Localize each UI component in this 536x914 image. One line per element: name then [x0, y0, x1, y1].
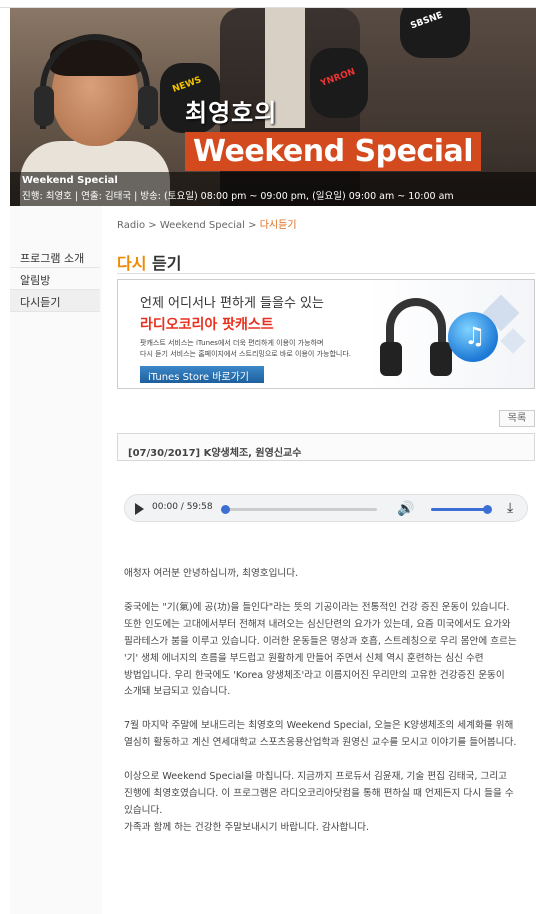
article-paragraph: 7월 마지막 주말에 보내드리는 최영호의 Weekend Special, 오… [124, 720, 517, 749]
host-photo [10, 16, 180, 206]
banner-title-english: Weekend Special [193, 134, 474, 169]
article-paragraph: 중국에는 "기(氣)에 공(功)을 들인다"라는 뜻의 기공이라는 전통적인 건… [124, 601, 517, 698]
article-paragraph: 가족과 함께 하는 건강한 주말보내시기 바랍니다. 감사합니다. [124, 821, 370, 833]
headphone-ear-icon [138, 86, 158, 126]
decorative-square [500, 328, 526, 354]
breadcrumb: Radio > Weekend Special > 다시듣기 [117, 216, 297, 231]
breadcrumb-program[interactable]: Weekend Special [160, 220, 245, 231]
podcast-promo-title: 라디오코리아 팟캐스트 [140, 317, 274, 333]
banner-title-korean: 최영호의 [185, 99, 278, 127]
breadcrumb-root[interactable]: Radio [117, 220, 145, 231]
music-note-icon: ♫ [464, 322, 486, 350]
player-progress-knob[interactable] [221, 505, 230, 514]
banner-title: 최영호의 Weekend Special [185, 93, 485, 173]
headphone-ear-icon [34, 86, 54, 126]
sidebar: 프로그램 소개 알림방 다시듣기 [10, 206, 102, 914]
breadcrumb-separator: > [148, 220, 157, 231]
headphone-ear-icon [380, 342, 402, 376]
episode-description: 애청자 여러분 안녕하십니까, 최영호입니다. 중국에는 "기(氣)에 공(功)… [124, 566, 528, 854]
episode-title: [07/30/2017] K양생체조, 원영신교수 [128, 448, 302, 459]
volume-slider[interactable] [431, 508, 487, 511]
banner-title-box: Weekend Special [185, 132, 482, 171]
breadcrumb-separator: > [248, 220, 257, 231]
download-icon[interactable]: ⤓ [507, 500, 513, 516]
volume-icon[interactable]: 🔊 [397, 501, 414, 517]
list-button[interactable]: 목록 [499, 410, 535, 427]
podcast-promo-desc2: 다시 듣기 서비스는 홈페이지에서 스트리밍으로 바로 이용이 가능합니다. [140, 350, 351, 358]
episode-title-box: [07/30/2017] K양생체조, 원영신교수 [117, 433, 535, 461]
sidebar-item-label: 알림방 [20, 274, 51, 287]
program-info-bar: Weekend Special 진행: 최영호 | 연출: 김태국 | 방송: … [10, 172, 536, 206]
sidebar-item-notice[interactable]: 알림방 [10, 268, 100, 290]
podcast-promo-banner[interactable]: 언제 어디서나 편하게 들을수 있는 라디오코리아 팟캐스트 팟캐스트 서비스는… [117, 279, 535, 389]
headphone-ear-icon [430, 342, 452, 376]
top-strip [0, 0, 536, 8]
itunes-store-button[interactable]: iTunes Store 바로가기 [140, 366, 264, 383]
sidebar-item-label: 프로그램 소개 [20, 252, 85, 265]
volume-knob[interactable] [483, 505, 492, 514]
page-title-accent: 다시 [117, 254, 147, 273]
audio-player: 00:00 / 59:58 🔊 ⤓ [124, 494, 528, 522]
sidebar-item-label: 다시듣기 [20, 296, 61, 309]
itunes-logo-icon: ♫ [448, 312, 498, 362]
page-title: 다시 듣기 [117, 250, 181, 274]
sidebar-item-replay[interactable]: 다시듣기 [10, 290, 100, 312]
heading-divider [117, 273, 535, 274]
page-title-rest: 듣기 [146, 254, 182, 273]
article-paragraph: 이상으로 Weekend Special을 마칩니다. 지금까지 프로듀서 김윤… [124, 771, 514, 816]
article-paragraph: 애청자 여러분 안녕하십니까, 최영호입니다. [124, 568, 299, 579]
breadcrumb-current: 다시듣기 [259, 220, 297, 231]
program-schedule: 진행: 최영호 | 연출: 김태국 | 방송: (토요일) 08:00 pm ~… [22, 191, 454, 202]
sidebar-item-intro[interactable]: 프로그램 소개 [10, 246, 100, 268]
play-icon[interactable] [135, 503, 144, 515]
player-progress-bar[interactable] [221, 505, 377, 514]
podcast-promo-line1: 언제 어디서나 편하게 들을수 있는 [140, 296, 324, 311]
podcast-promo-desc1: 팟캐스트 서비스는 iTunes에서 더욱 편리하게 이용이 가능하며 [140, 339, 324, 347]
player-time: 00:00 / 59:58 [152, 502, 213, 512]
program-name: Weekend Special [22, 175, 118, 186]
